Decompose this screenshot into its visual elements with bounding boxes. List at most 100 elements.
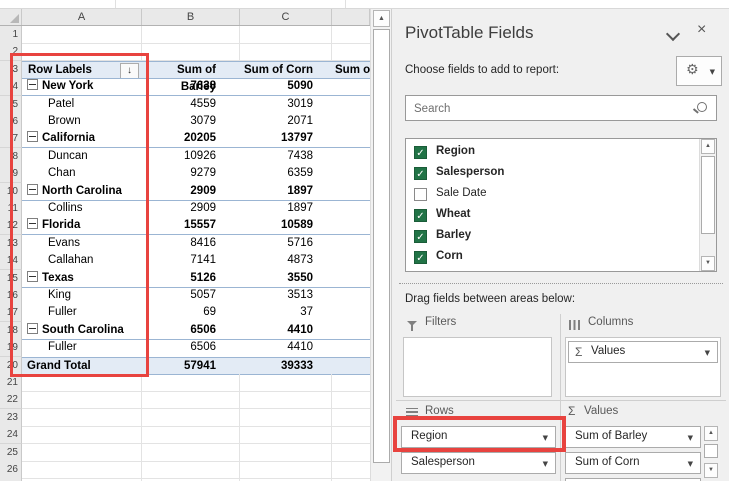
- cell[interactable]: [22, 461, 142, 479]
- collapse-minus-icon[interactable]: [27, 323, 38, 334]
- cell[interactable]: 6506: [142, 339, 240, 357]
- scrollbar-thumb[interactable]: [373, 29, 390, 463]
- scroll-down-button[interactable]: ▼: [704, 463, 718, 478]
- cell[interactable]: [332, 200, 370, 218]
- cell[interactable]: 7438: [240, 148, 332, 166]
- cell[interactable]: [332, 304, 370, 322]
- field-item-region[interactable]: ✓Region: [406, 142, 696, 163]
- cell[interactable]: [240, 43, 332, 61]
- cell[interactable]: Texas: [22, 270, 142, 287]
- tools-gear-button[interactable]: ⚙ ▼: [676, 56, 722, 86]
- row-header[interactable]: 7: [0, 130, 22, 148]
- search-box[interactable]: [405, 95, 717, 121]
- cell[interactable]: 4410: [240, 339, 332, 357]
- cell[interactable]: 1897: [240, 200, 332, 218]
- cell[interactable]: 8416: [142, 235, 240, 253]
- row-header[interactable]: 12: [0, 217, 22, 235]
- cell[interactable]: [240, 426, 332, 444]
- close-icon[interactable]: ×: [697, 21, 706, 39]
- cell[interactable]: [142, 444, 240, 462]
- cell[interactable]: California: [22, 130, 142, 147]
- cell[interactable]: Florida: [22, 217, 142, 234]
- cell[interactable]: Row Labels↓: [22, 62, 142, 78]
- cell[interactable]: 3550: [240, 270, 332, 287]
- cell[interactable]: [332, 235, 370, 253]
- cell[interactable]: 6506: [142, 322, 240, 339]
- cell[interactable]: Duncan: [22, 148, 142, 166]
- search-input[interactable]: [412, 98, 686, 120]
- checkbox-checked[interactable]: ✓: [414, 146, 427, 159]
- cell[interactable]: [142, 426, 240, 444]
- cell[interactable]: [332, 391, 370, 409]
- row-header[interactable]: 2: [0, 43, 22, 61]
- values-field-sum-of-barley[interactable]: Sum of Barley▼: [565, 426, 701, 448]
- cell[interactable]: [142, 374, 240, 392]
- checkbox-checked[interactable]: ✓: [414, 251, 427, 264]
- cell[interactable]: [332, 130, 370, 147]
- cell[interactable]: [332, 252, 370, 270]
- row-header[interactable]: 8: [0, 148, 22, 166]
- columns-drop-area[interactable]: ΣValues▼: [565, 337, 721, 397]
- cell[interactable]: 3019: [240, 96, 332, 114]
- row-header[interactable]: 6: [0, 113, 22, 131]
- cell[interactable]: [332, 43, 370, 61]
- cell[interactable]: [332, 444, 370, 462]
- cell[interactable]: 7638: [142, 78, 240, 95]
- column-header-C[interactable]: C: [240, 9, 332, 25]
- cell[interactable]: [240, 461, 332, 479]
- cell[interactable]: 7141: [142, 252, 240, 270]
- values-field-sum-of-corn[interactable]: Sum of Corn▼: [565, 452, 701, 474]
- cell[interactable]: [22, 26, 142, 44]
- cell[interactable]: 15557: [142, 217, 240, 234]
- cell[interactable]: [240, 391, 332, 409]
- cell[interactable]: 4410: [240, 322, 332, 339]
- collapse-minus-icon[interactable]: [27, 271, 38, 282]
- row-header[interactable]: 4: [0, 78, 22, 96]
- cell[interactable]: Grand Total: [22, 358, 142, 374]
- row-header[interactable]: 18: [0, 322, 22, 340]
- cell[interactable]: [332, 374, 370, 392]
- cell[interactable]: Patel: [22, 96, 142, 114]
- cell[interactable]: [332, 26, 370, 44]
- column-header-A[interactable]: A: [22, 9, 142, 25]
- filters-drop-area[interactable]: [403, 337, 552, 397]
- collapse-minus-icon[interactable]: [27, 184, 38, 195]
- row-header[interactable]: 23: [0, 409, 22, 427]
- cell[interactable]: 4873: [240, 252, 332, 270]
- checkbox-unchecked[interactable]: [414, 188, 427, 201]
- row-header[interactable]: 13: [0, 235, 22, 253]
- cell[interactable]: [22, 374, 142, 392]
- cell[interactable]: [22, 391, 142, 409]
- cell[interactable]: [142, 409, 240, 427]
- collapse-minus-icon[interactable]: [27, 218, 38, 229]
- checkbox-checked[interactable]: ✓: [414, 209, 427, 222]
- field-item-corn[interactable]: ✓Corn: [406, 247, 696, 268]
- checkbox-checked[interactable]: ✓: [414, 230, 427, 243]
- column-header-B[interactable]: B: [142, 9, 240, 25]
- row-header[interactable]: 16: [0, 287, 22, 305]
- scroll-up-button[interactable]: ▲: [373, 10, 390, 27]
- cell[interactable]: 9279: [142, 165, 240, 183]
- cell[interactable]: 3513: [240, 287, 332, 305]
- cell[interactable]: 20205: [142, 130, 240, 147]
- scroll-up-button[interactable]: ▲: [704, 426, 718, 441]
- cell[interactable]: [332, 339, 370, 357]
- cell[interactable]: 37: [240, 304, 332, 322]
- cell[interactable]: 3079: [142, 113, 240, 131]
- cell[interactable]: [332, 426, 370, 444]
- sheet-vertical-scrollbar[interactable]: ▲: [370, 9, 391, 481]
- cell[interactable]: [332, 358, 370, 374]
- cell[interactable]: [142, 43, 240, 61]
- cell[interactable]: 5126: [142, 270, 240, 287]
- sort-filter-button[interactable]: ↓: [120, 63, 139, 78]
- row-header[interactable]: 26: [0, 461, 22, 479]
- chevron-down-icon[interactable]: [666, 27, 680, 41]
- cell[interactable]: [332, 148, 370, 166]
- cell[interactable]: 2909: [142, 183, 240, 200]
- cell[interactable]: [22, 426, 142, 444]
- cell[interactable]: South Carolina: [22, 322, 142, 339]
- field-item-salesperson[interactable]: ✓Salesperson: [406, 163, 696, 184]
- cell[interactable]: [240, 444, 332, 462]
- row-header[interactable]: 17: [0, 304, 22, 322]
- cell[interactable]: [142, 461, 240, 479]
